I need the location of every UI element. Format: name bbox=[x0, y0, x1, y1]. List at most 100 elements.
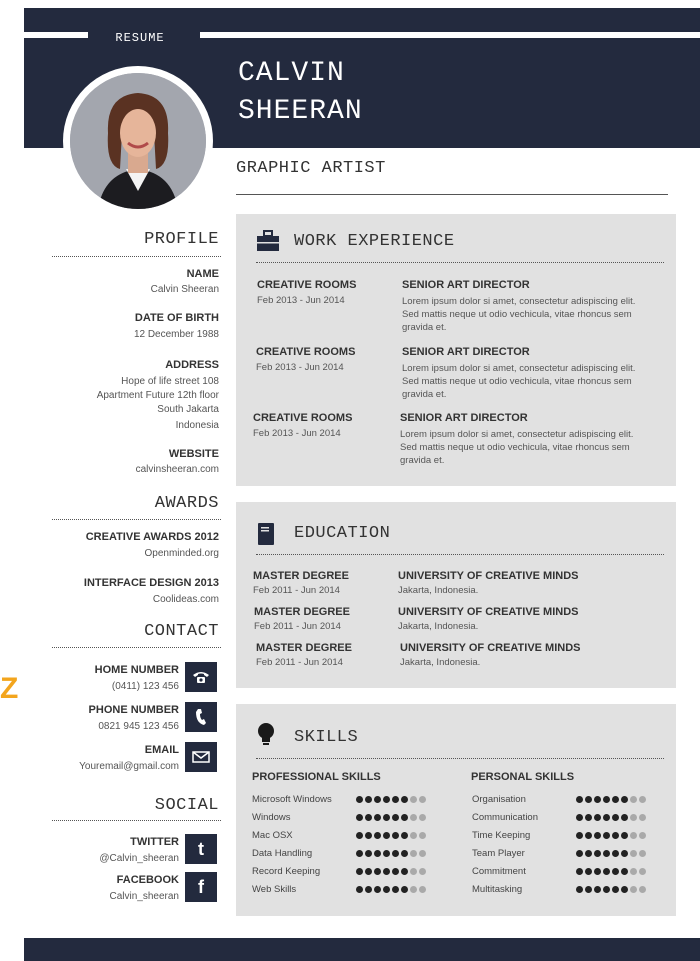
rating-dot bbox=[576, 886, 583, 893]
book-icon bbox=[256, 522, 280, 546]
work-experience-panel: WORK EXPERIENCE CREATIVE ROOMS Feb 2013 … bbox=[236, 214, 676, 486]
rating-dot bbox=[639, 832, 646, 839]
education-location: Jakarta, Indonesia. bbox=[398, 585, 479, 596]
rating-dot bbox=[621, 796, 628, 803]
rating-dot bbox=[356, 886, 363, 893]
work-company: CREATIVE ROOMS bbox=[256, 346, 356, 358]
personal-skill-rating bbox=[576, 868, 646, 876]
rating-dot bbox=[639, 850, 646, 857]
work-role: SENIOR ART DIRECTOR bbox=[402, 346, 530, 358]
work-company: CREATIVE ROOMS bbox=[253, 412, 353, 424]
rating-dot bbox=[401, 814, 408, 821]
rating-dot bbox=[383, 832, 390, 839]
award-title: INTERFACE DESIGN 2013 bbox=[83, 577, 219, 589]
contact-rule bbox=[52, 647, 221, 648]
rating-dot bbox=[603, 850, 610, 857]
rating-dot bbox=[576, 850, 583, 857]
rating-dot bbox=[594, 814, 601, 821]
work-dates: Feb 2013 - Jun 2014 bbox=[256, 362, 344, 373]
rating-dot bbox=[401, 886, 408, 893]
email-value[interactable]: Youremail@gmail.com bbox=[79, 760, 179, 773]
address-label: ADDRESS bbox=[165, 359, 219, 371]
rating-dot bbox=[576, 868, 583, 875]
address-line-3: South Jakarta bbox=[157, 404, 219, 415]
rating-dot bbox=[374, 868, 381, 875]
rating-dot bbox=[410, 832, 417, 839]
award-title: CREATIVE AWARDS 2012 bbox=[85, 531, 219, 543]
rating-dot bbox=[356, 868, 363, 875]
personal-skill-rating bbox=[576, 886, 646, 894]
facebook-icon[interactable]: f bbox=[185, 872, 217, 902]
rating-dot bbox=[365, 814, 372, 821]
rating-dot bbox=[410, 796, 417, 803]
professional-skill-rating bbox=[356, 814, 426, 822]
skills-panel: SKILLS PROFESSIONAL SKILLS PERSONAL SKIL… bbox=[236, 704, 676, 916]
facebook-handle[interactable]: Calvin_sheeran bbox=[110, 890, 180, 903]
rating-dot bbox=[594, 886, 601, 893]
rating-dot bbox=[603, 796, 610, 803]
personal-skill-rating bbox=[576, 796, 646, 804]
twitter-icon[interactable]: t bbox=[185, 834, 217, 864]
awards-heading: AWARDS bbox=[154, 494, 219, 513]
rating-dot bbox=[374, 850, 381, 857]
education-school: UNIVERSITY OF CREATIVE MINDS bbox=[398, 606, 579, 618]
rating-dot bbox=[585, 850, 592, 857]
personal-skills-heading: PERSONAL SKILLS bbox=[471, 771, 575, 783]
personal-skill-name: Communication bbox=[472, 812, 538, 823]
rating-dot bbox=[639, 796, 646, 803]
award-org: Openminded.org bbox=[144, 548, 220, 559]
first-name: CALVIN bbox=[238, 58, 345, 89]
home-number-label: HOME NUMBER bbox=[94, 664, 179, 676]
rating-dot bbox=[419, 832, 426, 839]
professional-skill-name: Record Keeping bbox=[252, 866, 321, 877]
phone-number-label: PHONE NUMBER bbox=[88, 704, 179, 716]
twitter-handle[interactable]: @Calvin_sheeran bbox=[99, 852, 179, 865]
social-rule bbox=[52, 820, 221, 821]
rating-dot bbox=[630, 886, 637, 893]
work-experience-rule bbox=[256, 262, 664, 263]
rating-dot bbox=[594, 832, 601, 839]
rating-dot bbox=[392, 886, 399, 893]
rating-dot bbox=[612, 868, 619, 875]
rating-dot bbox=[594, 850, 601, 857]
personal-skill-name: Multitasking bbox=[472, 884, 523, 895]
work-role: SENIOR ART DIRECTOR bbox=[402, 279, 530, 291]
rating-dot bbox=[410, 868, 417, 875]
rating-dot bbox=[401, 850, 408, 857]
name-label: NAME bbox=[186, 268, 219, 280]
education-panel: EDUCATION MASTER DEGREE Feb 2011 - Jun 2… bbox=[236, 502, 676, 688]
rating-dot bbox=[365, 832, 372, 839]
profile-rule bbox=[52, 256, 221, 257]
rating-dot bbox=[383, 868, 390, 875]
rating-dot bbox=[392, 796, 399, 803]
personal-skill-name: Team Player bbox=[472, 848, 525, 859]
briefcase-icon bbox=[256, 230, 280, 254]
email-label: EMAIL bbox=[144, 744, 179, 756]
rating-dot bbox=[630, 868, 637, 875]
website-value[interactable]: calvinsheeran.com bbox=[136, 463, 219, 476]
rating-dot bbox=[585, 814, 592, 821]
work-experience-heading: WORK EXPERIENCE bbox=[294, 232, 455, 251]
rating-dot bbox=[603, 814, 610, 821]
watermark-z: Z bbox=[0, 672, 19, 705]
rating-dot bbox=[365, 886, 372, 893]
rating-dot bbox=[374, 814, 381, 821]
education-location: Jakarta, Indonesia. bbox=[398, 621, 479, 632]
rating-dot bbox=[621, 868, 628, 875]
rating-dot bbox=[356, 796, 363, 803]
rating-dot bbox=[621, 832, 628, 839]
rating-dot bbox=[621, 886, 628, 893]
rating-dot bbox=[585, 886, 592, 893]
rating-dot bbox=[374, 796, 381, 803]
rating-dot bbox=[392, 868, 399, 875]
rating-dot bbox=[383, 814, 390, 821]
rating-dot bbox=[401, 868, 408, 875]
rating-dot bbox=[621, 814, 628, 821]
rating-dot bbox=[603, 886, 610, 893]
footer-band bbox=[24, 938, 700, 961]
header-divider-right bbox=[200, 32, 700, 38]
professional-skill-name: Data Handling bbox=[252, 848, 313, 859]
rating-dot bbox=[419, 814, 426, 821]
last-name: SHEERAN bbox=[238, 96, 363, 127]
rating-dot bbox=[576, 814, 583, 821]
